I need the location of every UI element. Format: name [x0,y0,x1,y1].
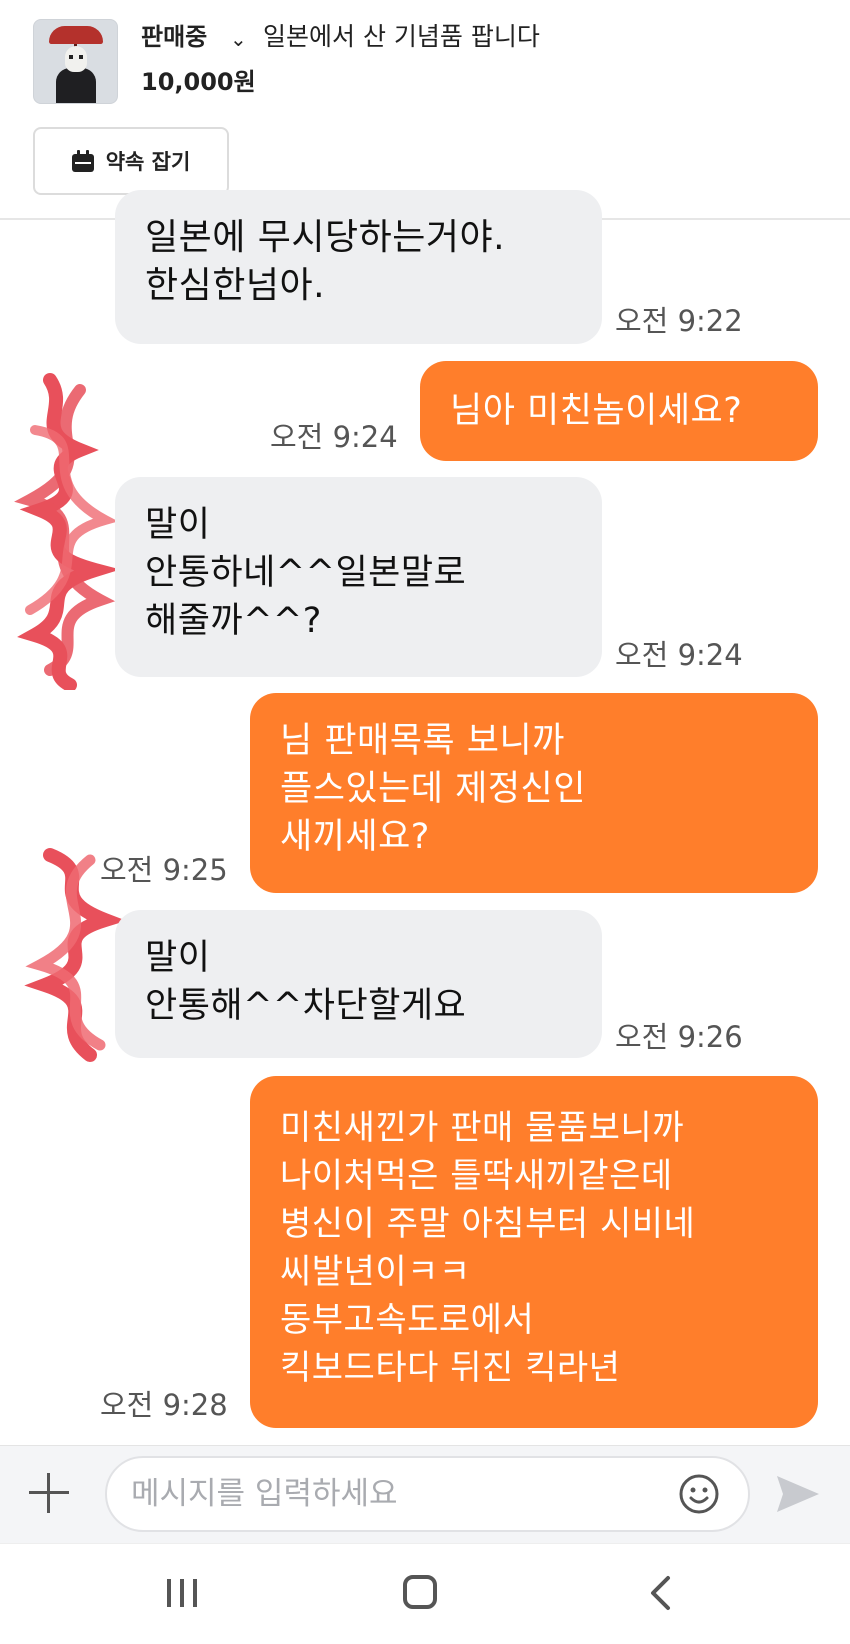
message-time: 오전 9:24 [615,638,743,672]
message-time: 오전 9:22 [615,304,743,338]
item-price: 10,000원 [141,68,256,96]
plus-icon[interactable] [27,1471,71,1515]
product-thumbnail[interactable] [33,19,118,104]
message-time: 오전 9:26 [615,1020,743,1054]
item-title[interactable]: 일본에서 산 기념품 팝니다 [263,22,540,52]
message-input[interactable] [105,1456,750,1532]
smile-icon[interactable] [677,1472,721,1516]
redacted-avatar [14,373,120,690]
send-icon[interactable] [775,1474,821,1514]
message-composer [0,1445,850,1544]
home-icon[interactable] [403,1575,437,1609]
chevron-down-icon[interactable]: ⌄ [230,24,247,54]
calendar-icon [71,150,94,172]
recent-apps-icon[interactable] [165,1577,199,1609]
message-incoming: 일본에 무시당하는거야. 한심한넘아. [115,190,602,344]
message-outgoing: 님아 미친놈이세요? [420,361,818,461]
message-time: 오전 9:24 [270,420,398,454]
message-outgoing: 님 판매목록 보니까 플스있는데 제정신인 새끼세요? [250,693,818,893]
message-time: 오전 9:28 [100,1388,228,1422]
redacted-avatar [24,848,127,1062]
back-icon[interactable] [648,1575,672,1611]
message-incoming: 말이 안통하네^^일본말로 해줄까^^? [115,477,602,677]
chat-header: 판매중 ⌄ 일본에서 산 기념품 팝니다 10,000원 약속 잡기 [0,0,850,220]
make-appointment-button[interactable]: 약속 잡기 [33,127,229,195]
appointment-label: 약속 잡기 [105,150,191,174]
system-navigation-bar [0,1543,850,1644]
chat-messages[interactable]: 일본에 무시당하는거야. 한심한넘아. 오전 9:22 오전 9:24 님아 미… [0,190,850,1445]
sale-status[interactable]: 판매중 [141,22,207,52]
message-outgoing: 미친새낀가 판매 물품보니까 나이처먹은 틀딱새끼같은데 병신이 주말 아침부터… [250,1076,818,1428]
message-incoming: 말이 안통해^^차단할게요 [115,910,602,1058]
